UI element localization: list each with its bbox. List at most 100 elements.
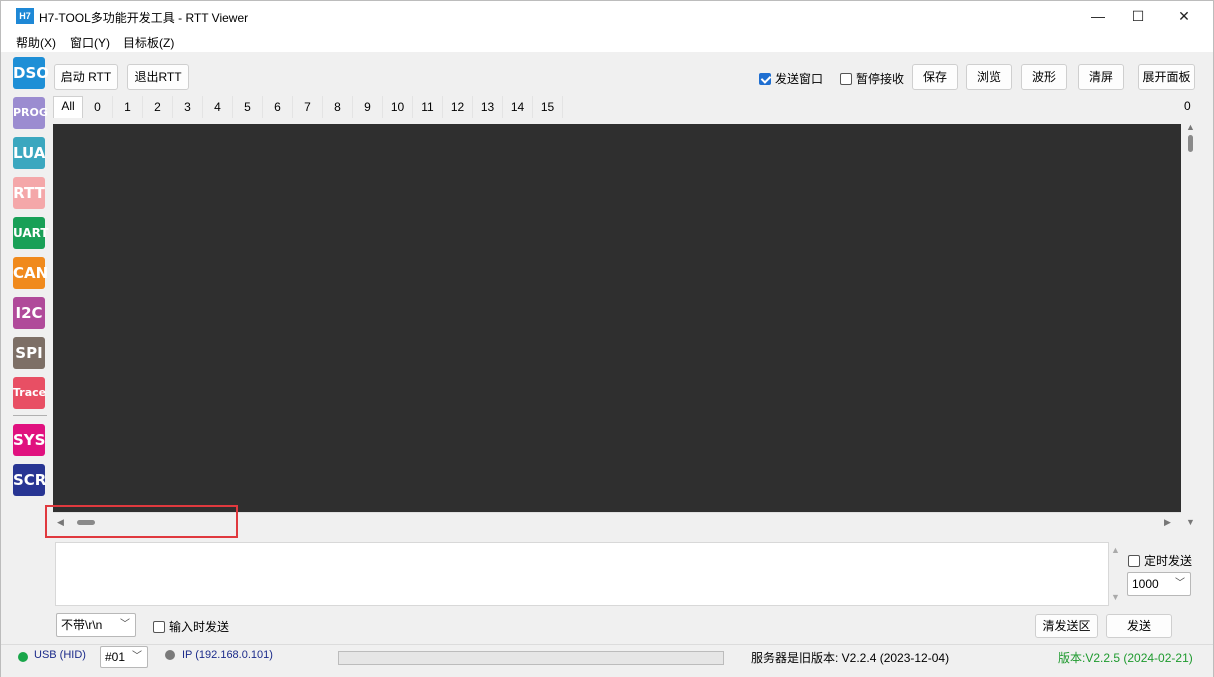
device-value: #01 [105, 650, 126, 664]
tab-channel-13[interactable]: 13 [473, 96, 503, 118]
send-on-input-checkbox[interactable]: 输入时发送 [153, 618, 229, 635]
rtt-viewer-window: H7 H7-TOOL多功能开发工具 - RTT Viewer — ☐ ✕ 帮助(… [0, 0, 1214, 677]
line-ending-select[interactable]: 不带\r\n ﹀ [56, 613, 136, 637]
checkbox-box[interactable] [1128, 554, 1140, 567]
timer-send-checkbox[interactable]: 定时发送 [1128, 552, 1192, 569]
ip-status-label: IP (192.168.0.101) [182, 649, 273, 661]
sidebar-item-label: PROG [13, 106, 48, 119]
waveform-button[interactable]: 波形 [1021, 64, 1067, 90]
browse-button[interactable]: 浏览 [966, 64, 1012, 90]
clear-send-area-button[interactable]: 清发送区 [1035, 614, 1098, 638]
tab-channel-4[interactable]: 4 [203, 96, 233, 118]
scroll-right-icon[interactable]: ▶ [1164, 517, 1171, 528]
scroll-down-icon[interactable]: ▼ [1186, 517, 1195, 527]
channel-tabs: All 0 1 2 3 4 5 6 7 8 9 10 11 12 13 14 15 [53, 96, 563, 118]
menu-help[interactable]: 帮助(X) [16, 34, 56, 51]
timer-send-label: 定时发送 [1144, 554, 1193, 568]
tool-sidebar: DSO PROG LUA RTT UART CAN I2C SPI Trace … [9, 54, 51, 644]
tab-channel-15[interactable]: 15 [533, 96, 563, 118]
sidebar-item-prog[interactable]: PROG [13, 97, 48, 129]
scroll-down-icon[interactable]: ▼ [1111, 592, 1120, 602]
sidebar-divider [13, 415, 47, 416]
ip-status-led [165, 650, 175, 660]
tab-channel-1[interactable]: 1 [113, 96, 143, 118]
device-select[interactable]: #01 ﹀ [100, 646, 148, 668]
send-window-checkbox[interactable]: 发送窗口 [759, 70, 823, 87]
clear-screen-button[interactable]: 清屏 [1078, 64, 1124, 90]
tab-channel-12[interactable]: 12 [443, 96, 473, 118]
sidebar-item-label: LUA [13, 144, 46, 162]
timer-interval-select[interactable]: 1000 ﹀ [1127, 572, 1191, 596]
maximize-button[interactable]: ☐ [1115, 1, 1161, 32]
send-window-label: 发送窗口 [775, 72, 824, 86]
send-on-input-label: 输入时发送 [169, 620, 230, 634]
sidebar-item-label: SCR [13, 471, 47, 489]
tab-channel-6[interactable]: 6 [263, 96, 293, 118]
tab-channel-9[interactable]: 9 [353, 96, 383, 118]
tab-channel-5[interactable]: 5 [233, 96, 263, 118]
pause-receive-checkbox[interactable]: 暂停接收 [840, 70, 904, 87]
sidebar-item-scr[interactable]: SCR [13, 464, 47, 496]
tab-channel-all[interactable]: All [53, 96, 83, 118]
send-area-scrollbar[interactable]: ▲ ▼ [1109, 542, 1123, 606]
sidebar-item-label: DSO [13, 64, 50, 82]
tab-channel-11[interactable]: 11 [413, 96, 443, 118]
app-version-text: 版本:V2.2.5 (2024-02-21) [1058, 651, 1193, 665]
line-ending-value: 不带\r\n [61, 618, 103, 632]
sidebar-item-label: CAN [13, 264, 49, 282]
minimize-icon: — [1091, 8, 1105, 24]
tab-channel-0[interactable]: 0 [83, 96, 113, 118]
sidebar-item-spi[interactable]: SPI [13, 337, 45, 369]
send-text-area[interactable] [55, 542, 1109, 606]
sidebar-item-label: UART [13, 226, 49, 240]
sidebar-item-lua[interactable]: LUA [13, 137, 45, 169]
close-icon: ✕ [1178, 8, 1190, 24]
tab-channel-2[interactable]: 2 [143, 96, 173, 118]
menu-bar: 帮助(X) 窗口(Y) 目标板(Z) [1, 32, 1213, 52]
checkbox-box[interactable] [153, 620, 165, 633]
tab-channel-3[interactable]: 3 [173, 96, 203, 118]
window-title: H7-TOOL多功能开发工具 - RTT Viewer [39, 11, 249, 25]
usb-status-label: USB (HID) [34, 649, 86, 661]
sidebar-item-label: RTT [13, 184, 45, 202]
sidebar-item-label: SYS [13, 431, 46, 449]
rtt-output-terminal[interactable] [53, 124, 1181, 512]
save-button[interactable]: 保存 [912, 64, 958, 90]
sidebar-item-trace[interactable]: Trace [13, 377, 47, 409]
checkbox-box[interactable] [759, 72, 771, 85]
status-bar: USB (HID) #01 ﹀ IP (192.168.0.101) 服务器是旧… [1, 644, 1213, 677]
chevron-down-icon: ﹀ [132, 651, 142, 662]
sidebar-item-label: I2C [15, 304, 43, 322]
sidebar-item-can[interactable]: CAN [13, 257, 49, 289]
output-vertical-scrollbar[interactable]: ▲ ▼ [1181, 119, 1199, 531]
tab-channel-10[interactable]: 10 [383, 96, 413, 118]
title-bar: H7 H7-TOOL多功能开发工具 - RTT Viewer — ☐ ✕ [1, 1, 1213, 32]
scroll-thumb[interactable] [1188, 135, 1193, 152]
tab-channel-8[interactable]: 8 [323, 96, 353, 118]
tab-channel-14[interactable]: 14 [503, 96, 533, 118]
menu-target-board[interactable]: 目标板(Z) [123, 34, 174, 51]
sidebar-item-rtt[interactable]: RTT [13, 177, 45, 209]
sidebar-item-label: Trace [13, 386, 47, 399]
sidebar-item-label: SPI [15, 344, 43, 362]
maximize-icon: ☐ [1131, 8, 1145, 24]
start-rtt-button[interactable]: 启动 RTT [54, 64, 118, 90]
checkbox-box[interactable] [840, 72, 852, 85]
sidebar-item-dso[interactable]: DSO [13, 57, 49, 89]
exit-rtt-button[interactable]: 退出RTT [127, 64, 189, 90]
sidebar-item-i2c[interactable]: I2C [13, 297, 45, 329]
app-icon: H7 [16, 8, 34, 24]
menu-window[interactable]: 窗口(Y) [70, 34, 110, 51]
close-button[interactable]: ✕ [1161, 1, 1207, 32]
scroll-up-icon[interactable]: ▲ [1186, 122, 1195, 132]
tab-channel-7[interactable]: 7 [293, 96, 323, 118]
send-button[interactable]: 发送 [1106, 614, 1172, 638]
expand-panel-button[interactable]: 展开面板 [1138, 64, 1195, 90]
sidebar-item-sys[interactable]: SYS [13, 424, 45, 456]
server-version-text: 服务器是旧版本: V2.2.4 (2023-12-04) [751, 651, 950, 665]
sidebar-item-uart[interactable]: UART [13, 217, 49, 249]
timer-interval-value: 1000 [1132, 577, 1159, 591]
chevron-down-icon: ﹀ [120, 619, 130, 630]
channel-count: 0 [1184, 99, 1191, 113]
scroll-up-icon[interactable]: ▲ [1111, 545, 1120, 555]
